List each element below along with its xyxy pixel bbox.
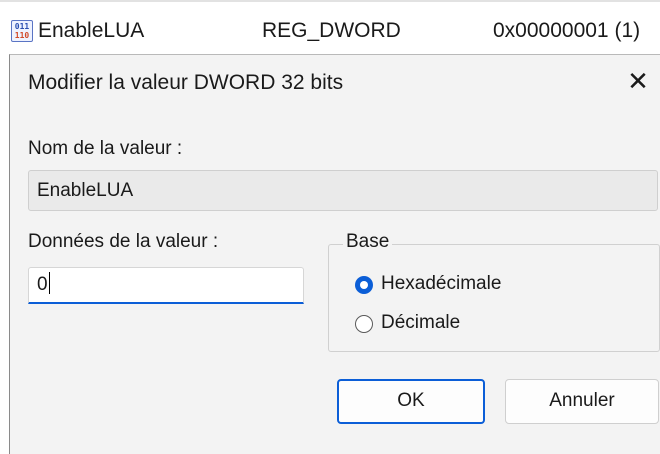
edit-dword-dialog: Modifier la valeur DWORD 32 bits ✕ Nom d… (9, 54, 660, 454)
ok-button[interactable]: OK (337, 379, 485, 424)
dialog-title: Modifier la valeur DWORD 32 bits (28, 71, 344, 94)
value-name-label: Nom de la valeur : (28, 138, 183, 159)
radio-decimal-label: Décimale (381, 312, 461, 333)
radio-selected-icon (355, 276, 373, 294)
registry-value-row[interactable]: 011 110 EnableLUA REG_DWORD 0x00000001 (1… (0, 0, 660, 54)
radio-hexadecimal-label: Hexadécimale (381, 273, 502, 294)
value-data-input[interactable]: 0 (28, 267, 304, 304)
base-groupbox (328, 244, 660, 352)
value-data-text: 0 (37, 274, 48, 295)
row-divider (0, 0, 660, 2)
text-caret (48, 272, 50, 294)
close-button[interactable]: ✕ (620, 63, 656, 99)
value-name-field[interactable]: EnableLUA (28, 170, 658, 211)
cancel-button[interactable]: Annuler (505, 379, 659, 424)
registry-value-type: REG_DWORD (262, 19, 401, 42)
registry-value-data: 0x00000001 (1) (493, 19, 641, 42)
close-icon: ✕ (627, 66, 649, 96)
value-name-text: EnableLUA (37, 180, 134, 201)
base-legend: Base (343, 231, 393, 253)
registry-dword-icon: 011 110 (11, 20, 33, 42)
registry-value-name: EnableLUA (38, 19, 145, 42)
value-data-label: Données de la valeur : (28, 231, 219, 252)
radio-unselected-icon (355, 315, 373, 333)
